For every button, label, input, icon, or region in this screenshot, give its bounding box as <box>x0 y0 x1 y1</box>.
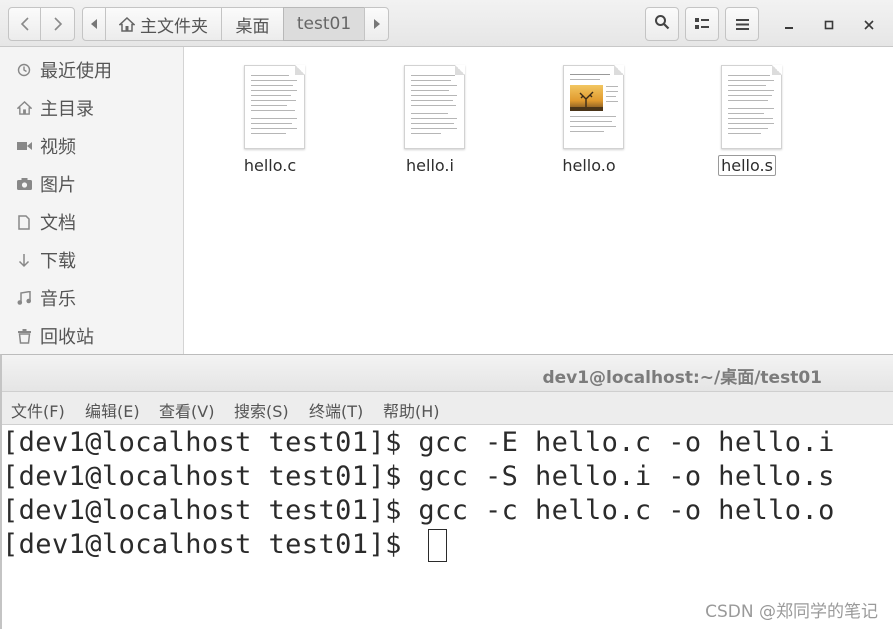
terminal-line: [dev1@localhost test01]$ gcc -E hello.c … <box>2 427 835 458</box>
sidebar: 最近使用 主目录 视频 图片 文档 下载 音乐 回收站 <box>0 47 184 356</box>
object-file-icon <box>563 65 624 149</box>
sidebar-item-videos[interactable]: 视频 <box>0 128 184 164</box>
menu-search[interactable]: 搜索(S) <box>234 398 289 422</box>
sidebar-item-label: 下载 <box>40 251 76 272</box>
menu-view[interactable]: 查看(V) <box>159 398 214 422</box>
terminal-line: [dev1@localhost test01]$ gcc -S hello.i … <box>2 461 835 492</box>
breadcrumb-current[interactable]: test01 <box>283 7 365 41</box>
file-grid: hello.c hello.i hello.o hello.s <box>185 47 893 356</box>
breadcrumb-home-label: 主文件夹 <box>140 16 208 37</box>
file-name: hello.c <box>243 156 297 175</box>
document-icon <box>16 214 32 230</box>
menu-edit[interactable]: 编辑(E) <box>85 398 140 422</box>
breadcrumb-home[interactable]: 主文件夹 <box>105 7 222 41</box>
text-file-icon <box>244 65 305 149</box>
trash-icon <box>16 328 32 344</box>
home-icon <box>119 16 135 32</box>
breadcrumb-scroll-left-button[interactable] <box>82 7 106 41</box>
file-item[interactable]: hello.o <box>529 65 649 185</box>
triangle-right-icon <box>373 19 380 29</box>
text-file-icon <box>404 65 465 149</box>
sidebar-item-label: 音乐 <box>40 289 76 310</box>
back-button[interactable] <box>8 7 41 41</box>
terminal-window: dev1@localhost:~/桌面/test01 文件(F) 编辑(E) 查… <box>0 354 893 630</box>
download-icon <box>16 252 32 268</box>
watermark: CSDN @郑同学的笔记 <box>705 602 878 622</box>
menu-terminal[interactable]: 终端(T) <box>309 398 363 422</box>
file-manager-header: 主文件夹 桌面 test01 <box>0 0 893 47</box>
sidebar-item-music[interactable]: 音乐 <box>0 280 184 316</box>
maximize-button[interactable] <box>817 12 841 36</box>
list-view-icon <box>695 15 709 34</box>
sidebar-item-label: 主目录 <box>40 99 94 120</box>
close-icon <box>864 15 874 34</box>
file-name: hello.s <box>687 155 807 176</box>
terminal-line: [dev1@localhost test01]$ gcc -c hello.c … <box>2 495 835 526</box>
triangle-left-icon <box>91 19 97 29</box>
view-toggle-button[interactable] <box>685 7 719 41</box>
sidebar-item-label: 文档 <box>40 213 76 234</box>
breadcrumb-desktop[interactable]: 桌面 <box>221 7 284 41</box>
menu-button[interactable] <box>725 7 759 41</box>
close-button[interactable] <box>857 12 881 36</box>
file-manager-window: 主文件夹 桌面 test01 最近使用 主目录 视频 图片 文档 下载 音乐 回… <box>0 0 893 356</box>
file-item-selected[interactable]: hello.s <box>687 65 807 185</box>
terminal-cursor <box>428 529 447 562</box>
terminal-prompt-line: [dev1@localhost test01]$ <box>2 529 419 560</box>
forward-button[interactable] <box>40 7 75 41</box>
terminal-titlebar[interactable]: dev1@localhost:~/桌面/test01 <box>2 355 893 392</box>
breadcrumb-desktop-label: 桌面 <box>235 16 270 37</box>
terminal-menubar: 文件(F) 编辑(E) 查看(V) 搜索(S) 终端(T) 帮助(H) <box>2 392 893 425</box>
sidebar-item-pictures[interactable]: 图片 <box>0 166 184 202</box>
thumbnail-image <box>570 85 603 111</box>
menu-help[interactable]: 帮助(H) <box>383 398 440 422</box>
video-icon <box>16 138 32 154</box>
text-file-icon <box>721 65 782 149</box>
search-button[interactable] <box>645 7 679 41</box>
search-icon <box>654 14 670 34</box>
file-item[interactable]: hello.c <box>210 65 330 185</box>
terminal-title: dev1@localhost:~/桌面/test01 <box>542 368 822 388</box>
sidebar-item-label: 最近使用 <box>40 61 112 82</box>
sidebar-item-recent[interactable]: 最近使用 <box>0 52 184 88</box>
clock-icon <box>16 62 32 78</box>
sidebar-item-label: 图片 <box>40 175 76 196</box>
chevron-left-icon <box>20 16 30 32</box>
sidebar-item-home[interactable]: 主目录 <box>0 90 184 126</box>
minimize-icon <box>784 15 794 34</box>
home-icon <box>16 100 32 116</box>
sidebar-item-label: 视频 <box>40 137 76 158</box>
menu-file[interactable]: 文件(F) <box>11 398 65 422</box>
file-item[interactable]: hello.i <box>370 65 490 185</box>
sidebar-item-label: 回收站 <box>40 327 94 348</box>
breadcrumb-scroll-right-button[interactable] <box>364 7 389 41</box>
camera-icon <box>16 176 32 192</box>
sidebar-item-documents[interactable]: 文档 <box>0 204 184 240</box>
chevron-right-icon <box>53 16 63 32</box>
file-name: hello.i <box>406 156 454 175</box>
file-name: hello.o <box>562 156 616 175</box>
breadcrumb-current-label: test01 <box>296 14 352 34</box>
sidebar-item-downloads[interactable]: 下载 <box>0 242 184 278</box>
minimize-button[interactable] <box>777 12 801 36</box>
hamburger-icon <box>735 15 749 34</box>
maximize-icon <box>824 15 834 34</box>
music-icon <box>16 290 32 306</box>
sidebar-item-trash[interactable]: 回收站 <box>0 318 184 354</box>
